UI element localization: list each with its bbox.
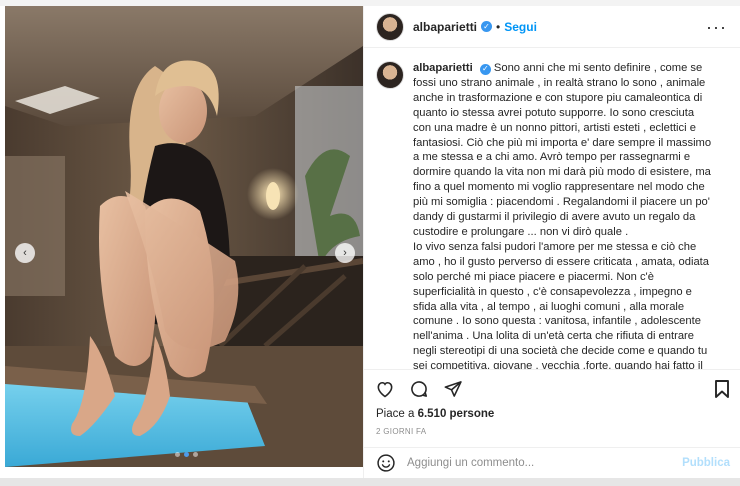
carousel-next-button[interactable]: › [335,243,355,263]
carousel-dot [193,452,198,457]
avatar[interactable] [376,61,404,89]
carousel-indicator [175,452,198,457]
verified-badge-icon: ✓ [479,63,491,75]
heart-icon[interactable] [375,379,395,399]
action-bar [364,369,740,407]
window-bottom-strip [0,478,740,486]
carousel-dot-active [184,452,189,457]
comment-bar: Pubblica [364,447,740,478]
photo-illustration [5,6,363,467]
post-timestamp[interactable]: 2 GIORNI FA [376,427,426,436]
carousel-dot [175,452,180,457]
bookmark-icon[interactable] [713,379,731,399]
post-detail-panel: albaparietti ✓ • Segui ··· albaparietti … [363,6,740,478]
caption-paragraph-1: Sono anni che mi sento definire , come s… [413,62,712,238]
carousel-prev-button[interactable]: ‹ [15,243,35,263]
post-photo[interactable]: ‹ › [5,6,363,467]
verified-badge-icon: ✓ [481,21,493,32]
more-options-icon[interactable]: ··· [706,17,727,38]
post-header: albaparietti ✓ • Segui ··· [364,6,740,48]
caption-section[interactable]: albaparietti ✓ Sono anni che mi sento de… [364,49,740,369]
publish-button[interactable]: Pubblica [682,457,730,469]
caption-username[interactable]: albaparietti [413,62,473,74]
follow-button[interactable]: Segui [504,20,537,34]
emoji-icon[interactable] [376,453,396,473]
comment-icon[interactable] [409,379,429,399]
avatar[interactable] [376,12,404,41]
likes-prefix: Piace a [376,408,418,420]
separator-dot: • [496,19,501,34]
likes-value[interactable]: 6.510 persone [418,408,495,420]
likes-count[interactable]: Piace a 6.510 persone [376,408,494,420]
caption-paragraph-2: Io vivo senza falsi pudori l'amore per m… [413,240,709,369]
comment-input[interactable] [407,457,657,469]
username-link[interactable]: albaparietti [413,20,477,34]
share-icon[interactable] [443,379,463,399]
caption-text: albaparietti ✓ Sono anni che mi sento de… [413,61,713,369]
